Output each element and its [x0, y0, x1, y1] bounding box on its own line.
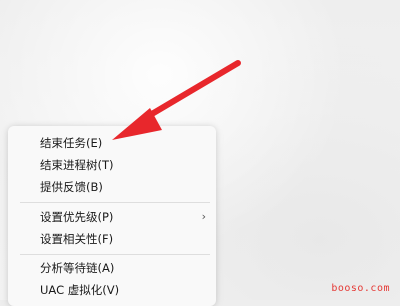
watermark-text: booso.com — [331, 283, 390, 294]
arrow-shaft — [137, 60, 241, 124]
red-arrow-annotation — [112, 60, 241, 140]
